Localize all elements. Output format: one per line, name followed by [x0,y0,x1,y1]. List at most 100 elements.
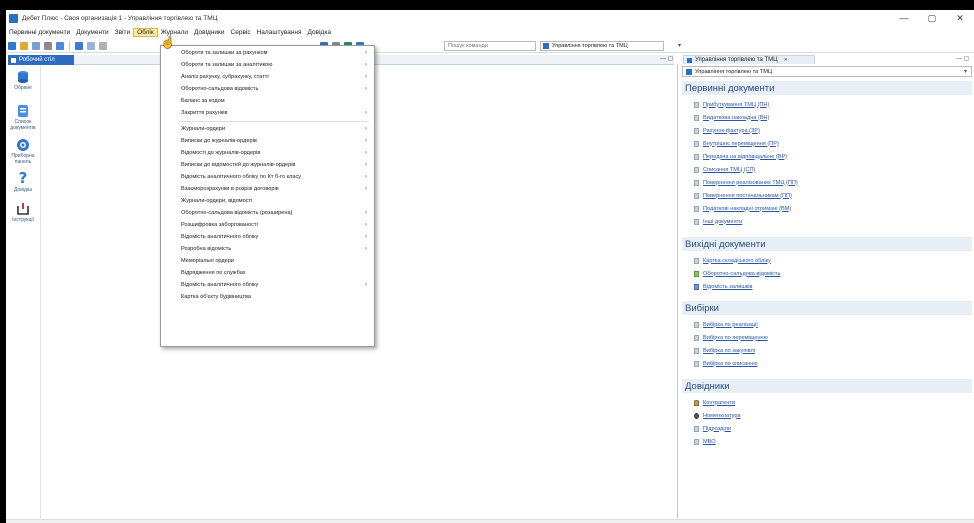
shortcut-favorites[interactable]: Обране [8,70,38,91]
link-item[interactable]: Оборотно-сальдова відомість [694,269,780,278]
menu-help[interactable]: Довідка [305,29,334,36]
link-item[interactable]: Повернення реалізованих ТМЦ (ПП) [694,178,798,187]
link-item[interactable]: Вибірка по реалізації [694,320,758,329]
link-item[interactable]: Внутрішнє переміщення (ПР) [694,139,779,148]
edit-icon[interactable] [32,41,40,50]
shortcut-help[interactable]: ? Довідка [8,170,38,193]
print-icon[interactable] [99,41,107,50]
dashboard-icon [17,139,29,151]
folder-icon[interactable] [20,41,28,50]
document-icon [694,192,699,199]
menu-option[interactable]: Баланс за кодом [161,96,374,106]
menu-option[interactable]: Закриття рахунків › [161,108,374,118]
document-icon [694,179,699,186]
shortcut-documents-list[interactable]: Список документів [8,104,38,131]
link-item[interactable]: Інші документи [694,217,742,226]
menu-option[interactable]: Виписки до відомостей до журналів-ордері… [161,160,374,170]
grid-icon[interactable] [44,41,52,50]
panel-window-controls[interactable]: — ▢ [956,55,969,62]
link-item[interactable]: Вибірка по переміщенню [694,333,768,342]
tab-close-icon[interactable]: ✕ [784,57,788,63]
chevron-right-icon: › [365,86,367,92]
menu-settings[interactable]: Налаштування [254,29,305,36]
refresh-icon[interactable] [75,41,83,50]
open-document-selector[interactable]: Управління торгівлею та ТМЦ [540,41,664,51]
menu-option[interactable]: Розробна відомість › [161,244,374,254]
menu-journals[interactable]: Журнали [158,29,191,36]
menu-option[interactable]: Відомість аналітичного обліку › [161,232,374,242]
home-icon[interactable] [8,41,16,50]
menu-option[interactable]: Картка об'єкту будівництва [161,292,374,302]
menu-option[interactable]: Обороти та залишки за рахунком › [161,48,374,58]
menu-option[interactable]: Відрядження по службах [161,268,374,278]
menu-directories[interactable]: Довідники [191,29,227,36]
link-item[interactable]: Картка складського обліку [694,256,771,265]
minimize-button[interactable]: — [890,10,918,26]
link-item[interactable]: Контрагенти [694,398,735,407]
menu-service[interactable]: Сервіс [228,29,254,36]
link-item[interactable]: Передача на відповідальне (ВР) [694,152,787,161]
shortcut-label: Інструкції [12,217,34,223]
link-item[interactable]: Прибуткування ТМЦ (ПН) [694,100,769,109]
menu-option[interactable]: Меморіальні ордери [161,256,374,266]
shortcut-dashboard[interactable]: Приборна панель [8,138,38,165]
link-item[interactable]: Вибірка по списанню [694,359,758,368]
link-item[interactable]: Відомість залишків [694,282,752,291]
menu-option[interactable]: Обороти та залишки за аналітикою › [161,60,374,70]
link-item[interactable]: Списання ТМЦ (СП) [694,165,755,174]
document-icon [686,68,692,75]
link-item[interactable]: МВО [694,437,716,446]
chevron-right-icon: › [365,74,367,80]
shortcut-instructions[interactable]: Інструкції [8,202,38,223]
spreadsheet-icon [694,270,699,277]
right-panel: Управління торгівлею та ТМЦ ▾ Первинні д… [677,64,974,519]
menu-reports[interactable]: Звіти [112,29,133,36]
shortcut-label: Обране [14,85,32,91]
document-icon [694,153,699,160]
link-item[interactable]: Вибірка по закупівлі [694,346,755,355]
chevron-right-icon: › [365,246,367,252]
title-bar: Дебет Плюс - Своя организація 1 - Управл… [6,10,974,26]
close-button[interactable]: ✕ [946,10,974,26]
link-item[interactable]: Рахунок-фактура (ЗР) [694,126,760,135]
document-icon [687,57,692,63]
menu-primary-documents[interactable]: Первинні документи [6,29,73,36]
menu-option[interactable]: Журнали-ордери › [161,124,374,134]
document-icon [694,334,699,341]
open-document-label: Управління торгівлею та ТМЦ [552,43,628,49]
toolbar: Управління торгівлею та ТМЦ ▾ [6,39,974,53]
chevron-right-icon: › [365,150,367,156]
doc-icon[interactable] [56,41,64,50]
maximize-button[interactable]: ▢ [918,10,946,26]
menu-option[interactable]: Відомість аналітичного обліку по Кт б-го… [161,172,374,182]
menu-option[interactable]: Розшифровка заборгованості › [161,220,374,230]
app-logo-icon [9,13,18,23]
application-window: Дебет Плюс - Своя организація 1 - Управл… [6,10,974,523]
command-search-input[interactable] [444,41,536,51]
menu-documents[interactable]: Документи [73,29,111,36]
menu-option[interactable]: Виписки до журналів-ордерів › [161,136,374,146]
document-icon [694,127,699,134]
link-item[interactable]: Податкові накладні отримані (ВМ) [694,204,791,213]
document-icon [694,425,699,432]
menu-option[interactable]: Журнали-ордери, відомості [161,196,374,206]
menu-option[interactable]: Аналіз рахунку, субрахунку, статті › [161,72,374,82]
chevron-right-icon: › [365,282,367,288]
menu-option[interactable]: Оборотно-сальдова відомість › [161,84,374,94]
link-item[interactable]: Підрозділи [694,424,731,433]
link-item[interactable]: Повернення постачальникам (ПП) [694,191,792,200]
link-item[interactable]: Видаткова накладна (ВН) [694,113,769,122]
section-header-output-documents: Вихідні документи [682,237,972,251]
menu-option[interactable]: Оборотно-сальдова відомість (розширена) › [161,208,374,218]
chevron-right-icon: › [365,50,367,56]
menu-accounting[interactable]: Облік [133,27,158,37]
chevron-down-icon[interactable]: ▾ [678,42,681,49]
menu-option[interactable]: Відомість аналітичного обліку › [161,280,374,290]
module-select[interactable]: Управління торгівлею та ТМЦ ▾ [682,66,972,77]
menu-option[interactable]: Взаєморозрахунки в розрізі договорів › [161,184,374,194]
copy-icon[interactable] [87,41,95,50]
menu-option[interactable]: Відомості до журналів-ордерів › [161,148,374,158]
link-item[interactable]: Номенклатура [694,411,741,420]
workspace-window-controls[interactable]: — ▢ [660,55,673,62]
tab-desktop[interactable]: Робочий стіл [8,55,74,65]
